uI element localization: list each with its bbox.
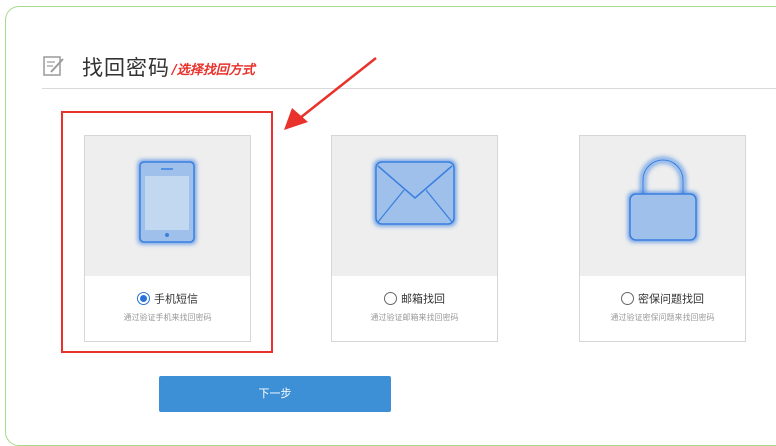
phone-icon <box>138 160 196 244</box>
method-option-phone[interactable]: 手机短信 <box>85 288 250 306</box>
edit-note-icon <box>43 56 64 76</box>
page-title: 找回密码 <box>82 56 170 80</box>
method-label-email: 邮箱找回 <box>401 292 445 306</box>
page-subtitle: /选择找回方式 <box>172 63 255 78</box>
card-illustration <box>85 136 250 276</box>
method-label-security-question: 密保问题找回 <box>638 292 704 306</box>
method-label-phone: 手机短信 <box>154 292 198 306</box>
card-illustration <box>580 136 745 276</box>
method-card-security-question[interactable]: 密保问题找回 通过验证密保问题来找回密码 <box>579 135 746 342</box>
method-card-phone[interactable]: 手机短信 通过验证手机来找回密码 <box>84 135 251 342</box>
radio-phone[interactable] <box>137 292 150 305</box>
method-option-security-question[interactable]: 密保问题找回 <box>580 288 745 306</box>
method-desc-security-question: 通过验证密保问题来找回密码 <box>610 313 715 322</box>
method-card-email[interactable]: 邮箱找回 通过验证邮箱来找回密码 <box>331 135 498 342</box>
radio-email[interactable] <box>384 292 397 305</box>
lock-icon <box>628 157 698 242</box>
radio-security-question[interactable] <box>621 292 634 305</box>
annotation-arrow <box>284 57 377 130</box>
next-step-button[interactable]: 下一步 <box>159 376 391 412</box>
method-desc-email: 通过验证邮箱来找回密码 <box>370 313 459 322</box>
card-illustration <box>332 136 497 276</box>
header-divider <box>42 88 776 89</box>
method-option-email[interactable]: 邮箱找回 <box>332 288 497 306</box>
envelope-icon <box>374 160 456 226</box>
method-desc-phone: 通过验证手机来找回密码 <box>123 313 212 322</box>
